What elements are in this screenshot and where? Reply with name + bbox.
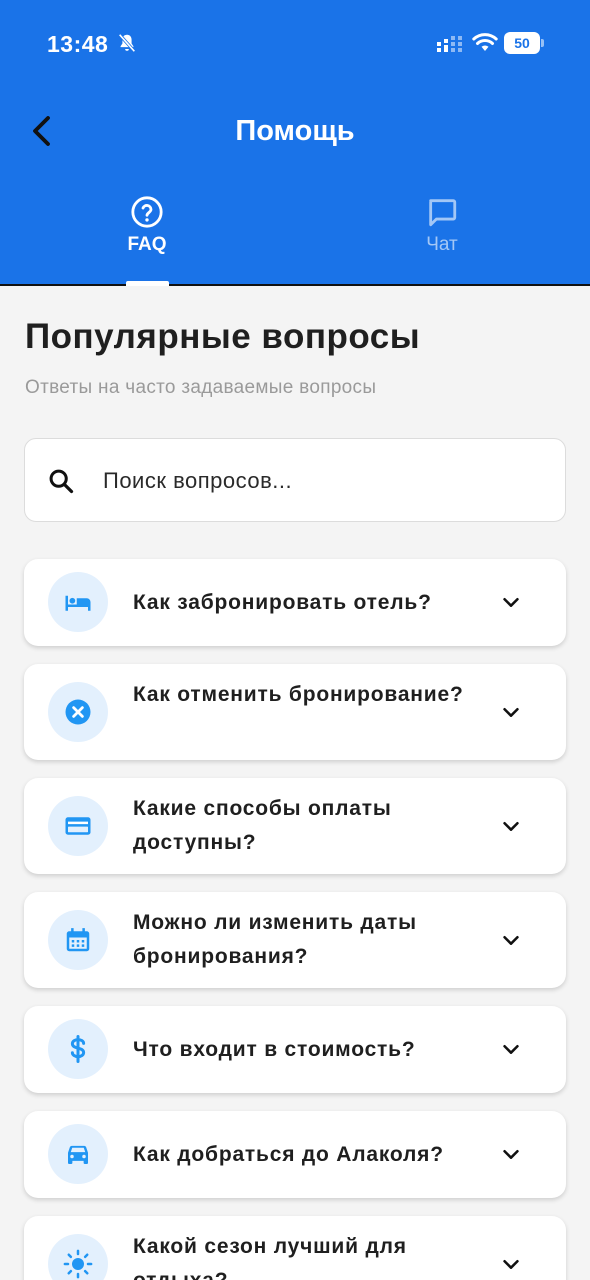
faq-icon-circle: [48, 796, 108, 856]
search-icon: [49, 469, 74, 494]
tab-faq[interactable]: FAQ: [77, 195, 217, 265]
faq-question: Что входит в стоимость?: [133, 1038, 416, 1061]
cellular-signal-icon: [437, 36, 462, 52]
faq-item-price-includes[interactable]: Что входит в стоимость?: [24, 1006, 566, 1093]
chevron-down-icon[interactable]: [500, 1038, 522, 1060]
chevron-down-icon[interactable]: [500, 1253, 522, 1275]
chat-bubble-icon: [429, 199, 457, 227]
faq-icon-circle: [48, 572, 108, 632]
faq-question: Какие способы оплаты доступны?: [133, 797, 392, 854]
battery-tip: [541, 39, 544, 47]
help-circle-icon: [131, 196, 163, 228]
wifi-icon: [472, 33, 498, 51]
search-box[interactable]: [24, 438, 566, 522]
dollar-icon: [70, 1035, 86, 1063]
faq-item-best-season[interactable]: Какой сезон лучший для отдыха?: [24, 1216, 566, 1280]
active-tab-indicator: [126, 281, 169, 286]
faq-icon-circle: [48, 1019, 108, 1079]
faq-icon-circle: [48, 1234, 108, 1280]
page-title: Помощь: [235, 115, 355, 147]
cancel-icon: [65, 699, 91, 725]
section-title: Популярные вопросы: [25, 317, 421, 356]
faq-question: Как добраться до Алаколя?: [133, 1143, 444, 1166]
car-icon: [68, 1145, 88, 1164]
chevron-down-icon[interactable]: [500, 701, 522, 723]
credit-card-icon: [65, 817, 91, 835]
faq-item-change-dates[interactable]: Можно ли изменить даты бронирования?: [24, 892, 566, 988]
faq-icon-circle: [48, 910, 108, 970]
battery-indicator: 50: [504, 32, 544, 54]
tab-chat-label: Чат: [426, 234, 458, 255]
faq-item-cancel-booking[interactable]: Как отменить бронирование?: [24, 664, 566, 760]
battery-level: 50: [504, 32, 540, 54]
search-input[interactable]: [103, 459, 523, 503]
faq-question: Как забронировать отель?: [133, 591, 432, 614]
faq-question: Какой сезон лучший для отдыха?: [133, 1235, 407, 1280]
section-subtitle: Ответы на часто задаваемые вопросы: [25, 377, 377, 398]
status-bar: 13:48 50: [0, 0, 590, 88]
faq-item-book-hotel[interactable]: Как забронировать отель?: [24, 559, 566, 646]
faq-question: Как отменить бронирование?: [133, 683, 464, 706]
chevron-down-icon[interactable]: [500, 929, 522, 951]
chevron-down-icon[interactable]: [500, 1143, 522, 1165]
bell-muted-icon: [118, 33, 136, 53]
tab-chat[interactable]: Чат: [372, 195, 512, 265]
chevron-down-icon[interactable]: [500, 815, 522, 837]
calendar-icon: [66, 928, 90, 952]
status-time: 13:48: [47, 31, 109, 57]
faq-item-payment-methods[interactable]: Какие способы оплаты доступны?: [24, 778, 566, 874]
faq-icon-circle: [48, 1124, 108, 1184]
faq-item-get-to-alakol[interactable]: Как добраться до Алаколя?: [24, 1111, 566, 1198]
sun-icon: [63, 1249, 93, 1279]
tab-faq-label: FAQ: [127, 234, 167, 255]
faq-question: Можно ли изменить даты бронирования?: [133, 911, 417, 968]
bed-icon: [65, 595, 91, 611]
faq-icon-circle: [48, 682, 108, 742]
chevron-down-icon[interactable]: [500, 591, 522, 613]
app-bar: 13:48 50 Помощь FAQ Чат: [0, 0, 590, 286]
